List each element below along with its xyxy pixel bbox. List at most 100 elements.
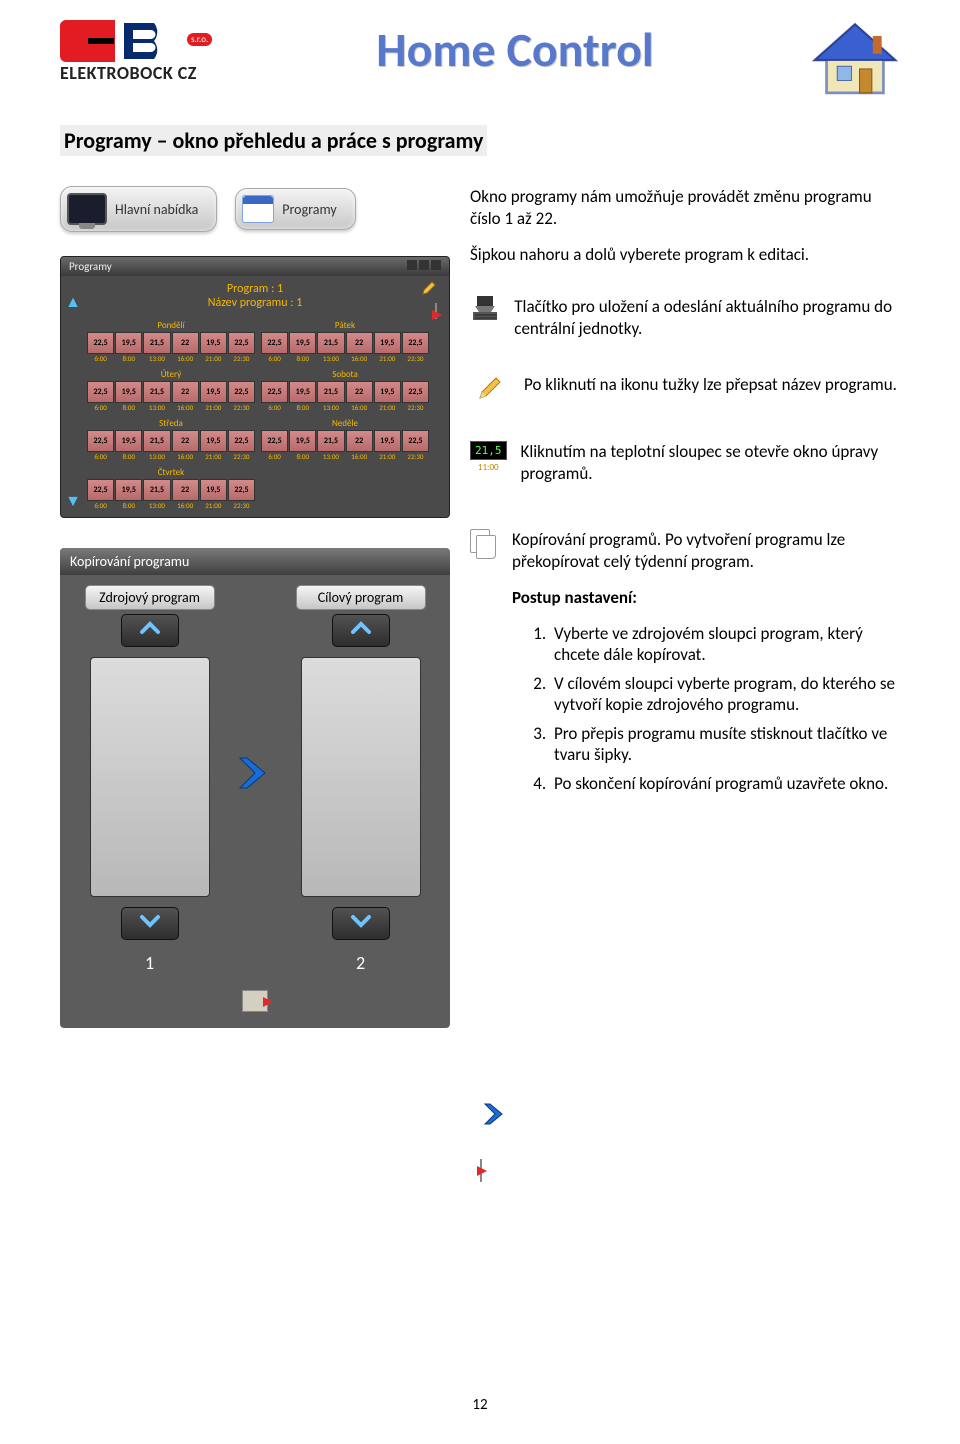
copy-program-window: Kopírování programu Zdrojový program 1 C… xyxy=(60,548,450,1028)
programy-button[interactable]: Programy xyxy=(235,188,355,230)
section-title: Programy – okno přehledu a práce s progr… xyxy=(60,125,487,156)
temperature-cell[interactable]: 19,5 xyxy=(200,430,227,452)
time-cell: 6:00 xyxy=(87,501,114,510)
temperature-cell[interactable]: 19,5 xyxy=(289,381,316,403)
program-line2: Název programu : 1 xyxy=(61,296,449,310)
temperature-cell[interactable]: 22 xyxy=(172,381,199,403)
time-cell: 16:00 xyxy=(346,354,373,363)
temperature-cell[interactable]: 19,5 xyxy=(289,332,316,354)
temperature-cell[interactable]: 21,5 xyxy=(317,381,344,403)
temperature-cell[interactable]: 19,5 xyxy=(374,381,401,403)
time-cell: 8:00 xyxy=(289,354,316,363)
temperature-cell[interactable]: 22,5 xyxy=(402,381,429,403)
company-logo: s.r.o. ELEKTROBOCK CZ xyxy=(60,20,220,84)
temperature-cell[interactable]: 21,5 xyxy=(317,430,344,452)
temperature-cell[interactable]: 19,5 xyxy=(289,430,316,452)
main-menu-button[interactable]: Hlavní nabídka xyxy=(60,186,217,232)
target-column: Cílový program 2 xyxy=(283,585,438,974)
source-down-button[interactable] xyxy=(121,907,179,940)
page-number: 12 xyxy=(472,1396,487,1414)
time-cell: 8:00 xyxy=(289,403,316,412)
day-column: Pondělí22,519,521,52219,522,56:008:0013:… xyxy=(85,319,257,366)
temperature-cell[interactable]: 22 xyxy=(172,430,199,452)
calendar-icon xyxy=(242,195,274,223)
temperature-cell[interactable]: 22,5 xyxy=(228,430,255,452)
day-label: Sobota xyxy=(259,368,431,381)
time-cell: 8:00 xyxy=(115,452,142,461)
time-cell: 21:00 xyxy=(200,354,227,363)
temperature-chip-icon: 21,5 11:00 xyxy=(470,441,507,473)
time-cell: 13:00 xyxy=(143,354,170,363)
blue-arrow-icon xyxy=(480,1100,508,1133)
days-grid: Pondělí22,519,521,52219,522,56:008:0013:… xyxy=(61,315,449,517)
temperature-cell[interactable]: 19,5 xyxy=(200,332,227,354)
temperature-cell[interactable]: 22,5 xyxy=(261,430,288,452)
save-description: Tlačítko pro uložení a odeslání aktuální… xyxy=(514,296,900,340)
temperature-cell[interactable]: 22,5 xyxy=(228,332,255,354)
time-cell: 21:00 xyxy=(374,452,401,461)
copy-icon xyxy=(470,529,498,557)
temperature-cell[interactable]: 21,5 xyxy=(317,332,344,354)
temperature-cell[interactable]: 22 xyxy=(346,430,373,452)
step-1: Vyberte ve zdrojovém sloupci program, kt… xyxy=(550,623,900,665)
time-cell: 16:00 xyxy=(172,403,199,412)
edit-name-pencil-icon[interactable] xyxy=(421,280,437,300)
time-cell: 16:00 xyxy=(346,452,373,461)
programy-label: Programy xyxy=(282,201,336,218)
day-column: Středa22,519,521,52219,522,56:008:0013:0… xyxy=(85,417,257,464)
temperature-cell[interactable]: 19,5 xyxy=(374,332,401,354)
temperature-cell[interactable]: 22,5 xyxy=(228,381,255,403)
copy-description: Kopírování programů. Po vytvoření progra… xyxy=(512,529,900,573)
temperature-cell[interactable]: 22,5 xyxy=(228,479,255,501)
target-number: 2 xyxy=(356,952,365,974)
time-cell: 6:00 xyxy=(261,452,288,461)
page-header: s.r.o. ELEKTROBOCK CZ Home Control xyxy=(60,20,900,105)
temperature-cell[interactable]: 19,5 xyxy=(115,479,142,501)
button-row: Hlavní nabídka Programy xyxy=(60,186,450,232)
time-cell: 22:30 xyxy=(228,354,255,363)
temperature-cell[interactable]: 19,5 xyxy=(200,479,227,501)
step-4: Po skončení kopírování programů uzavřete… xyxy=(550,773,900,794)
source-up-button[interactable] xyxy=(121,614,179,647)
day-label: Středa xyxy=(85,417,257,430)
time-cell: 21:00 xyxy=(374,403,401,412)
temperature-cell[interactable]: 21,5 xyxy=(143,430,170,452)
temperature-cell[interactable]: 22,5 xyxy=(402,430,429,452)
temperature-cell[interactable]: 19,5 xyxy=(115,430,142,452)
temperature-cell[interactable]: 22 xyxy=(346,332,373,354)
temperature-cell[interactable]: 21,5 xyxy=(143,479,170,501)
temperature-cell[interactable]: 21,5 xyxy=(143,381,170,403)
copy-close-button[interactable] xyxy=(60,990,450,1012)
day-column: Pátek22,519,521,52219,522,56:008:0013:00… xyxy=(259,319,431,366)
temperature-cell[interactable]: 21,5 xyxy=(143,332,170,354)
temperature-cell[interactable]: 22,5 xyxy=(87,381,114,403)
temperature-cell[interactable]: 19,5 xyxy=(115,381,142,403)
temperature-cell[interactable]: 19,5 xyxy=(200,381,227,403)
temperature-cell[interactable]: 22,5 xyxy=(87,479,114,501)
window-controls[interactable] xyxy=(405,260,441,273)
time-cell: 13:00 xyxy=(143,501,170,510)
copy-execute-arrow[interactable] xyxy=(235,748,275,811)
temperature-cell[interactable]: 22 xyxy=(172,479,199,501)
pencil-icon xyxy=(470,374,510,402)
logo-sro: s.r.o. xyxy=(187,33,212,46)
monitor-icon xyxy=(67,193,107,225)
temperature-cell[interactable]: 22,5 xyxy=(261,332,288,354)
temperature-cell[interactable]: 22,5 xyxy=(87,430,114,452)
house-icon xyxy=(810,20,900,105)
source-list[interactable] xyxy=(90,657,210,897)
temperature-cell[interactable]: 22 xyxy=(346,381,373,403)
target-down-button[interactable] xyxy=(332,907,390,940)
temperature-cell[interactable]: 22 xyxy=(172,332,199,354)
target-up-button[interactable] xyxy=(332,614,390,647)
temperature-cell[interactable]: 19,5 xyxy=(115,332,142,354)
day-label: Úterý xyxy=(85,368,257,381)
temperature-cell[interactable]: 19,5 xyxy=(374,430,401,452)
temperature-cell[interactable]: 22,5 xyxy=(261,381,288,403)
temperature-cell[interactable]: 22,5 xyxy=(87,332,114,354)
target-list[interactable] xyxy=(301,657,421,897)
time-cell: 22:30 xyxy=(228,501,255,510)
time-cell: 13:00 xyxy=(143,452,170,461)
temperature-cell[interactable]: 22,5 xyxy=(402,332,429,354)
time-cell: 16:00 xyxy=(172,354,199,363)
